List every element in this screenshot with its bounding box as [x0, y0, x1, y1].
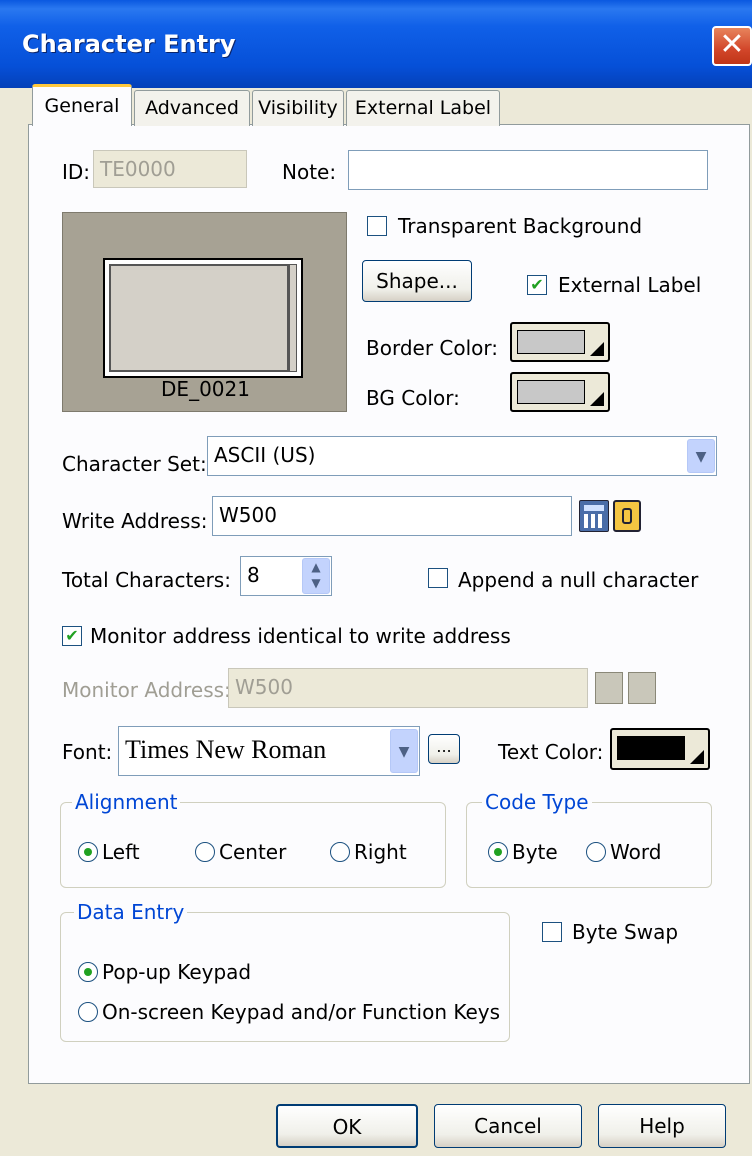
window-title: Character Entry [22, 30, 236, 58]
character-set-select[interactable]: ASCII (US) [207, 436, 717, 476]
id-label: ID: [62, 160, 91, 184]
dropdown-triangle-icon [690, 750, 704, 764]
preview-shape [103, 258, 303, 378]
alignment-group-title: Alignment [72, 790, 181, 814]
note-label: Note: [282, 160, 337, 184]
close-button[interactable]: ✕ [712, 26, 752, 66]
external-label-checkbox[interactable]: ✔ [527, 275, 547, 295]
bg-color-label: BG Color: [366, 386, 460, 410]
monitor-address-label: Monitor Address: [62, 678, 231, 702]
character-set-label: Character Set: [62, 452, 207, 476]
text-color-button[interactable] [610, 728, 710, 770]
write-address-label: Write Address: [62, 509, 208, 533]
alignment-right-label: Right [354, 840, 407, 864]
border-color-swatch [517, 330, 585, 354]
ok-button[interactable]: OK [276, 1104, 418, 1148]
append-null-label: Append a null character [458, 568, 699, 592]
cancel-button[interactable]: Cancel [434, 1104, 582, 1148]
popup-keypad-radio[interactable] [78, 962, 98, 982]
calculator-icon-disabled [595, 672, 623, 704]
id-field: TE0000 [93, 150, 247, 188]
font-select[interactable]: Times New Roman [118, 726, 420, 776]
data-entry-group-title: Data Entry [74, 900, 188, 924]
onscreen-keypad-radio[interactable] [78, 1002, 98, 1022]
bg-color-swatch [517, 380, 585, 404]
onscreen-keypad-label: On-screen Keypad and/or Function Keys [102, 1000, 501, 1024]
chevron-down-icon[interactable]: ▼ [687, 439, 715, 473]
preview-caption: DE_0021 [161, 377, 250, 401]
spinner-arrows-icon[interactable]: ▲ ▼ [302, 558, 330, 594]
border-color-label: Border Color: [366, 336, 499, 360]
chevron-down-icon[interactable]: ▼ [390, 729, 418, 773]
tab-visibility[interactable]: Visibility [252, 90, 344, 126]
character-entry-dialog: Character Entry ✕ General Advanced Visib… [0, 0, 752, 1156]
text-color-swatch [617, 736, 685, 760]
code-type-group-title: Code Type [482, 790, 592, 814]
code-type-word-label: Word [610, 840, 662, 864]
tab-advanced[interactable]: Advanced [134, 90, 250, 126]
code-type-byte-label: Byte [512, 840, 558, 864]
dropdown-triangle-icon [590, 392, 604, 406]
close-icon: ✕ [719, 27, 745, 62]
external-label-label: External Label [558, 273, 702, 297]
dropdown-triangle-icon [590, 342, 604, 356]
shape-button[interactable]: Shape... [362, 260, 472, 302]
alignment-left-radio[interactable] [78, 842, 98, 862]
font-label: Font: [62, 740, 113, 764]
code-type-word-radio[interactable] [586, 842, 606, 862]
address-tag-icon[interactable] [613, 500, 641, 532]
checkmark-icon: ✔ [65, 626, 79, 645]
transparent-background-checkbox[interactable] [367, 216, 387, 236]
help-button[interactable]: Help [598, 1104, 726, 1148]
byte-swap-checkbox[interactable] [542, 922, 562, 942]
total-characters-label: Total Characters: [62, 568, 231, 592]
checkmark-icon: ✔ [530, 275, 544, 294]
transparent-background-label: Transparent Background [398, 214, 643, 238]
alignment-left-label: Left [102, 840, 140, 864]
tab-external-label[interactable]: External Label [346, 90, 500, 126]
text-color-label: Text Color: [498, 740, 604, 764]
calculator-icon[interactable] [579, 500, 609, 532]
popup-keypad-label: Pop-up Keypad [102, 960, 252, 984]
address-tag-icon-disabled [628, 672, 656, 704]
tab-general[interactable]: General [32, 84, 132, 126]
byte-swap-label: Byte Swap [572, 920, 679, 944]
alignment-center-label: Center [219, 840, 287, 864]
monitor-address-field: W500 [228, 668, 588, 708]
note-field[interactable] [348, 150, 708, 190]
monitor-identical-label: Monitor address identical to write addre… [90, 624, 511, 648]
code-type-byte-radio[interactable] [488, 842, 508, 862]
write-address-field[interactable]: W500 [212, 496, 572, 536]
font-more-button[interactable]: ... [428, 734, 460, 764]
monitor-identical-checkbox[interactable]: ✔ [62, 626, 82, 646]
alignment-right-radio[interactable] [330, 842, 350, 862]
alignment-center-radio[interactable] [195, 842, 215, 862]
bg-color-button[interactable] [510, 372, 610, 412]
shape-preview: DE_0021 [62, 212, 347, 412]
border-color-button[interactable] [510, 322, 610, 362]
append-null-checkbox[interactable] [428, 568, 448, 588]
